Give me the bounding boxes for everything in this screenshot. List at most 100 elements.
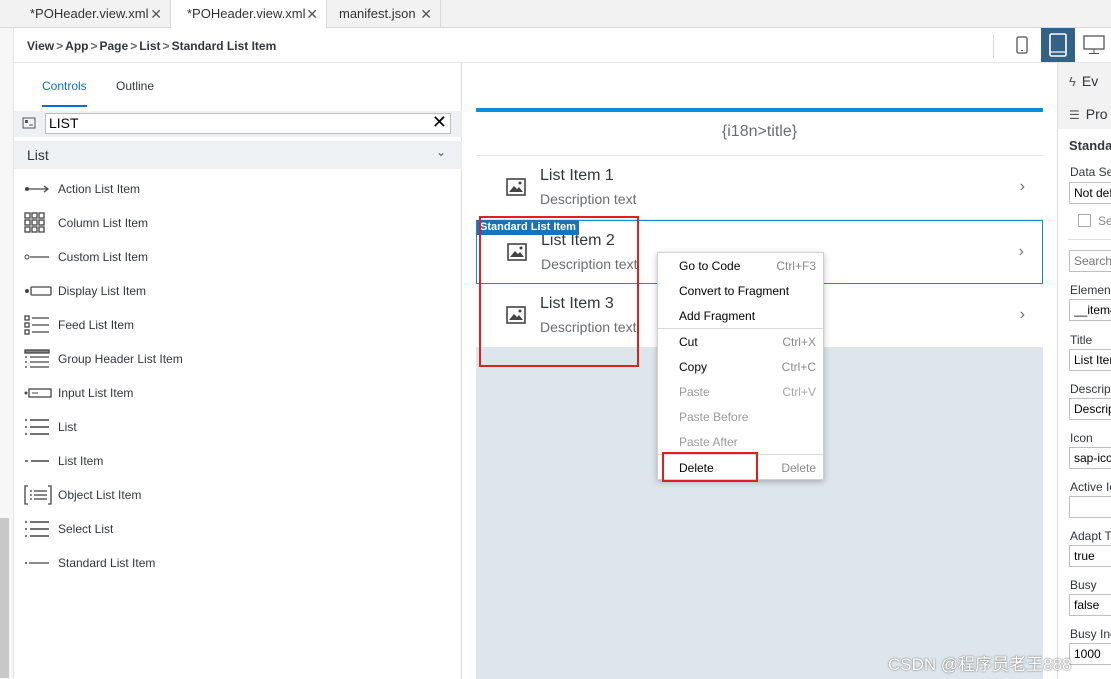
control-palette: Controls Outline LIST ✕ List ⌄ Action Lis… (14, 63, 462, 679)
phone-icon (1016, 36, 1028, 54)
tab-label: Pro (1085, 106, 1108, 122)
action-list-item-icon (24, 177, 52, 201)
palette-item[interactable]: Object List Item (24, 483, 444, 507)
standard-list-item[interactable]: List Item 1 Description text › (476, 156, 1043, 220)
column-list-item-icon (24, 211, 52, 235)
menu-item-go-to-code[interactable]: Go to Code Ctrl+F3 (658, 253, 823, 278)
property-field[interactable]: false (1069, 594, 1111, 616)
input-list-item-icon (24, 381, 52, 405)
search-input[interactable]: LIST ✕ (45, 113, 451, 134)
breadcrumb-item[interactable]: List (139, 39, 160, 53)
chevron-down-icon: ⌄ (435, 145, 446, 159)
context-menu: Go to Code Ctrl+F3 Convert to Fragment Add … (657, 252, 824, 480)
tab-manifest[interactable]: manifest.json ✕ (327, 0, 441, 28)
palette-item-label: Action List Item (58, 182, 141, 196)
property-label: Descript (1070, 382, 1111, 396)
list-header[interactable]: {i18n>title} (476, 112, 1043, 156)
menu-item-shortcut: Ctrl+V (782, 385, 816, 399)
palette-item-label: Display List Item (58, 284, 147, 298)
tab-properties[interactable]: ☰ Pro (1069, 106, 1108, 122)
palette-item-label: Group Header List Item (58, 352, 183, 366)
palette-item[interactable]: Action List Item (24, 177, 444, 201)
watermark: CSDN @程序员老王888 (888, 655, 1072, 674)
checkbox[interactable] (1078, 214, 1091, 227)
data-set-field[interactable]: Not def (1069, 182, 1111, 204)
property-field[interactable]: sap-ico (1069, 447, 1111, 469)
property-search-input[interactable] (1069, 250, 1111, 272)
menu-item-paste-before: Paste Before (658, 404, 823, 429)
palette-item[interactable]: Column List Item (24, 211, 444, 235)
palette-item[interactable]: Feed List Item (24, 313, 444, 337)
breadcrumb-item[interactable]: Page (100, 39, 129, 53)
palette-item[interactable]: Custom List Item (24, 245, 444, 269)
menu-item-cut[interactable]: Cut Ctrl+X (658, 329, 823, 354)
palette-item-label: List Item (58, 454, 104, 468)
clear-icon[interactable]: ✕ (432, 113, 447, 132)
list-item-icon (24, 449, 52, 473)
palette-item[interactable]: List (24, 415, 444, 439)
tab-label: manifest.json (339, 6, 416, 21)
phone-view-button[interactable] (1005, 28, 1039, 62)
palette-item-label: Select List (58, 522, 114, 536)
palette-item-label: Object List Item (58, 488, 142, 502)
close-icon[interactable]: ✕ (420, 0, 432, 28)
palette-item-label: List (58, 420, 77, 434)
property-field[interactable] (1069, 496, 1111, 518)
gutter-scrollbar[interactable] (0, 518, 9, 678)
divider (993, 34, 994, 58)
palette-item-label: Standard List Item (58, 556, 156, 570)
breadcrumb-item[interactable]: View (27, 39, 54, 53)
group-title: List (27, 147, 49, 163)
menu-item-shortcut: Delete (781, 461, 816, 475)
tab-label: *POHeader.view.xml (187, 6, 306, 21)
breadcrumb-item-current: Standard List Item (171, 39, 277, 53)
palette-item[interactable]: List Item (24, 449, 444, 473)
menu-item-label: Paste After (679, 435, 738, 449)
menu-item-label: Go to Code (679, 259, 741, 273)
delete-highlight-box (662, 452, 758, 482)
tab-indicator (42, 105, 87, 107)
property-label: Busy Ind (1070, 627, 1111, 641)
left-gutter (0, 28, 14, 679)
breadcrumb-separator: > (162, 39, 170, 53)
menu-item-label: Cut (679, 335, 698, 349)
highlight-box (479, 216, 639, 367)
menu-item-add-fragment[interactable]: Add Fragment (658, 303, 823, 328)
standard-list-item-icon (24, 551, 52, 575)
breadcrumb-item[interactable]: App (65, 39, 88, 53)
display-list-item-icon (24, 279, 52, 303)
palette-search-row: LIST ✕ (14, 111, 462, 137)
data-set-label: Data Se (1070, 165, 1111, 179)
property-field[interactable]: __item4 (1069, 299, 1111, 321)
palette-item[interactable]: Standard List Item (24, 551, 444, 575)
tab-poheader-2[interactable]: *POHeader.view.xml ✕ (171, 0, 327, 29)
menu-item-label: Convert to Fragment (679, 284, 790, 298)
property-field[interactable]: List Iter (1069, 349, 1111, 371)
checkbox-label: Se (1098, 214, 1111, 228)
palette-item[interactable]: Display List Item (24, 279, 444, 303)
tab-controls[interactable]: Controls (42, 79, 87, 93)
menu-item-convert-to-fragment[interactable]: Convert to Fragment (658, 278, 823, 303)
properties-icon: ☰ (1069, 108, 1080, 122)
desktop-view-button[interactable] (1077, 28, 1111, 62)
close-icon[interactable]: ✕ (150, 0, 162, 28)
palette-item[interactable]: Group Header List Item (24, 347, 444, 371)
menu-item-label: Paste Before (679, 410, 749, 424)
tab-poheader-1[interactable]: *POHeader.view.xml ✕ (14, 0, 171, 28)
tab-events[interactable]: ϟ Ev (1069, 73, 1098, 89)
tab-outline[interactable]: Outline (116, 79, 154, 93)
property-field[interactable]: 1000 (1069, 643, 1111, 665)
palette-item[interactable]: Select List (24, 517, 444, 541)
property-field[interactable]: true (1069, 545, 1111, 567)
property-field[interactable]: Descrip (1069, 398, 1111, 420)
list-item-description: Description text (540, 191, 637, 207)
menu-item-copy[interactable]: Copy Ctrl+C (658, 354, 823, 379)
tablet-view-button[interactable] (1041, 28, 1075, 62)
group-header-list[interactable]: List ⌄ (14, 141, 462, 169)
property-label: Busy (1070, 578, 1097, 592)
property-label: Element (1070, 283, 1111, 297)
palette-item[interactable]: Input List Item (24, 381, 444, 405)
group-header-list-item-icon (24, 347, 52, 371)
close-icon[interactable]: ✕ (306, 0, 318, 28)
tab-label: Ev (1081, 73, 1099, 89)
